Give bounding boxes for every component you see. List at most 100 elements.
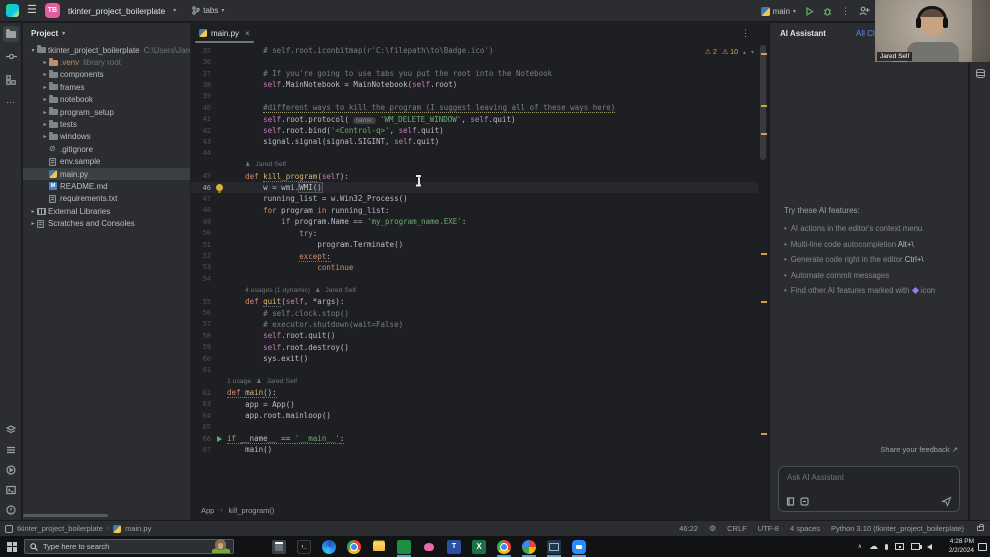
tab-options-icon[interactable]: ⋮ [741, 28, 750, 39]
code-line-53[interactable]: 53 continue [191, 262, 758, 273]
encoding-widget[interactable]: UTF-8 [758, 524, 779, 533]
line-number[interactable]: 37 [191, 70, 211, 78]
code-line-65[interactable]: 65 [191, 421, 758, 432]
line-number[interactable]: 67 [191, 446, 211, 454]
lock-icon[interactable] [977, 524, 984, 531]
project-name[interactable]: tkinter_project_boilerplate [68, 6, 165, 16]
prompt-library-icon[interactable] [786, 497, 795, 506]
editor-scrollbar[interactable] [758, 45, 768, 500]
code-line-43[interactable]: 43 signal.signal(signal.SIGINT, self.qui… [191, 136, 758, 147]
run-gutter-icon[interactable] [211, 435, 227, 442]
more-actions-icon[interactable]: ⋮ [841, 6, 850, 17]
project-badge[interactable]: TB [44, 3, 60, 18]
breadcrumb-app[interactable]: App [201, 506, 214, 515]
tree-item--gitignore[interactable]: ⊘ .gitignore [23, 143, 190, 155]
code-line-37[interactable]: 37 # If you're going to use tabs you put… [191, 68, 758, 79]
taskbar-app-green[interactable] [397, 539, 411, 557]
chevron-right-icon[interactable]: ▸ [41, 133, 49, 140]
code-line-54[interactable]: 54 [191, 273, 758, 284]
code-line-66[interactable]: 66 if __name__ == '__main__': [191, 433, 758, 445]
line-number[interactable]: 45 [191, 172, 211, 180]
code-line-40[interactable]: 40 #different ways to kill the program (… [191, 102, 758, 114]
code-line-50[interactable]: 50 try: [191, 228, 758, 239]
feedback-link[interactable]: Share your feedback ↗ [880, 445, 958, 454]
code-line-62[interactable]: 62 def main(): [191, 387, 758, 399]
code-line-67[interactable]: 67 main() [191, 444, 758, 455]
terminal-tool-button[interactable] [0, 481, 22, 499]
usages-hint[interactable]: 4 usages (1 dynamic) [245, 287, 310, 294]
tree-item-windows[interactable]: ▸ windows [23, 131, 190, 143]
line-number[interactable]: 65 [191, 423, 211, 431]
services-tool-button[interactable] [0, 441, 22, 459]
code-hint-row[interactable]: 4 usages (1 dynamic) ♟ Jared Self [191, 285, 758, 296]
structure-tool-button[interactable] [0, 71, 22, 89]
tree-item-requirements-txt[interactable]: requirements.txt [23, 193, 190, 205]
code-line-63[interactable]: 63 app = App() [191, 399, 758, 410]
run-config-selector[interactable]: main ▾ [760, 6, 796, 16]
tree-item-tkinter-project-boilerplate[interactable]: ▾ tkinter_project_boilerplate C:\Users\Jar… [23, 44, 190, 56]
debug-button[interactable] [823, 7, 832, 16]
line-number[interactable]: 50 [191, 229, 211, 237]
code-line-58[interactable]: 58 self.root.quit() [191, 330, 758, 341]
author-hint[interactable]: Jared Self [325, 287, 356, 294]
tool-window-widget-icon[interactable] [5, 524, 13, 533]
code-line-41[interactable]: 41 self.root.protocol( name: 'WM_DELETE_… [191, 113, 758, 124]
tree-item-external-libraries[interactable]: ▸ External Libraries [23, 205, 190, 217]
chevron-right-icon[interactable]: ▸ [41, 109, 49, 116]
code-line-49[interactable]: 49 if program.Name == 'my_program_name.E… [191, 216, 758, 227]
taskbar-clock[interactable]: 4:28 PM 2/2/2024 [949, 538, 974, 555]
scrollbar-thumb[interactable] [760, 45, 766, 160]
line-number[interactable]: 53 [191, 263, 211, 271]
code-line-38[interactable]: 38 self.MainNotebook = MainNotebook(self… [191, 79, 758, 90]
code-line-47[interactable]: 47 running_list = w.Win32_Process() [191, 193, 758, 204]
code-line-45[interactable]: 45 def kill_program(self): [191, 170, 758, 182]
taskbar-app-edge[interactable] [322, 539, 336, 554]
code-line-48[interactable]: 48 for program in running_list: [191, 205, 758, 216]
code-with-me-icon[interactable] [859, 6, 870, 16]
chevron-right-icon[interactable]: ▸ [41, 96, 49, 103]
run-button[interactable] [805, 6, 814, 16]
tree-item-program-setup[interactable]: ▸ program_setup [23, 106, 190, 118]
line-number[interactable]: 64 [191, 412, 211, 420]
code-line-42[interactable]: 42 self.root.bind('<Control-q>', self.qu… [191, 125, 758, 136]
line-number[interactable]: 52 [191, 252, 211, 260]
line-number[interactable]: 47 [191, 195, 211, 203]
line-number[interactable]: 59 [191, 343, 211, 351]
taskbar-app-chrome2[interactable] [497, 539, 511, 557]
line-ending-widget[interactable]: CRLF [727, 524, 747, 533]
indent-widget[interactable]: 4 spaces [790, 524, 820, 533]
author-hint[interactable]: Jared Self [267, 378, 298, 385]
microphone-icon[interactable] [885, 543, 888, 550]
code-line-61[interactable]: 61 [191, 364, 758, 375]
code-line-56[interactable]: 56 # self.clock.stop() [191, 307, 758, 318]
line-number[interactable]: 56 [191, 309, 211, 317]
code-line-36[interactable]: 36 [191, 56, 758, 67]
chevron-right-icon[interactable]: ▸ [29, 208, 37, 215]
code-hint-row[interactable]: ♟ Jared Self [191, 159, 758, 170]
line-number[interactable]: 46 [191, 184, 211, 192]
taskbar-search[interactable]: Type here to search [24, 539, 234, 554]
commands-icon[interactable] [800, 497, 809, 506]
code-line-52[interactable]: 52 except: [191, 250, 758, 262]
intention-bulb-icon[interactable] [211, 184, 227, 194]
code-line-60[interactable]: 60 sys.exit() [191, 353, 758, 364]
code-line-51[interactable]: 51 program.Terminate() [191, 239, 758, 250]
chevron-right-icon[interactable]: ▸ [41, 84, 49, 91]
taskbar-app-chrome[interactable] [347, 539, 361, 554]
tree-item-main-py[interactable]: main.py [23, 167, 190, 181]
tab-main-py[interactable]: main.py × [191, 23, 258, 43]
line-number[interactable]: 49 [191, 218, 211, 226]
chevron-down-icon[interactable]: ▾ [29, 47, 37, 54]
tree-item-notebook[interactable]: ▸ notebook [23, 94, 190, 106]
line-number[interactable]: 58 [191, 332, 211, 340]
code-line-46[interactable]: 46 w = wmi.WMI() [191, 181, 758, 194]
tree-item-scratches-and-consoles[interactable]: ▸ Scratches and Consoles [23, 217, 190, 229]
taskbar-app-pink[interactable] [422, 539, 436, 554]
line-number[interactable]: 60 [191, 355, 211, 363]
line-number[interactable]: 35 [191, 47, 211, 55]
send-icon[interactable] [941, 496, 952, 507]
volume-icon[interactable] [919, 543, 932, 550]
screen-cast-icon[interactable] [895, 543, 904, 550]
author-hint[interactable]: Jared Self [255, 161, 286, 168]
taskbar-app-excel[interactable]: X [472, 539, 486, 554]
